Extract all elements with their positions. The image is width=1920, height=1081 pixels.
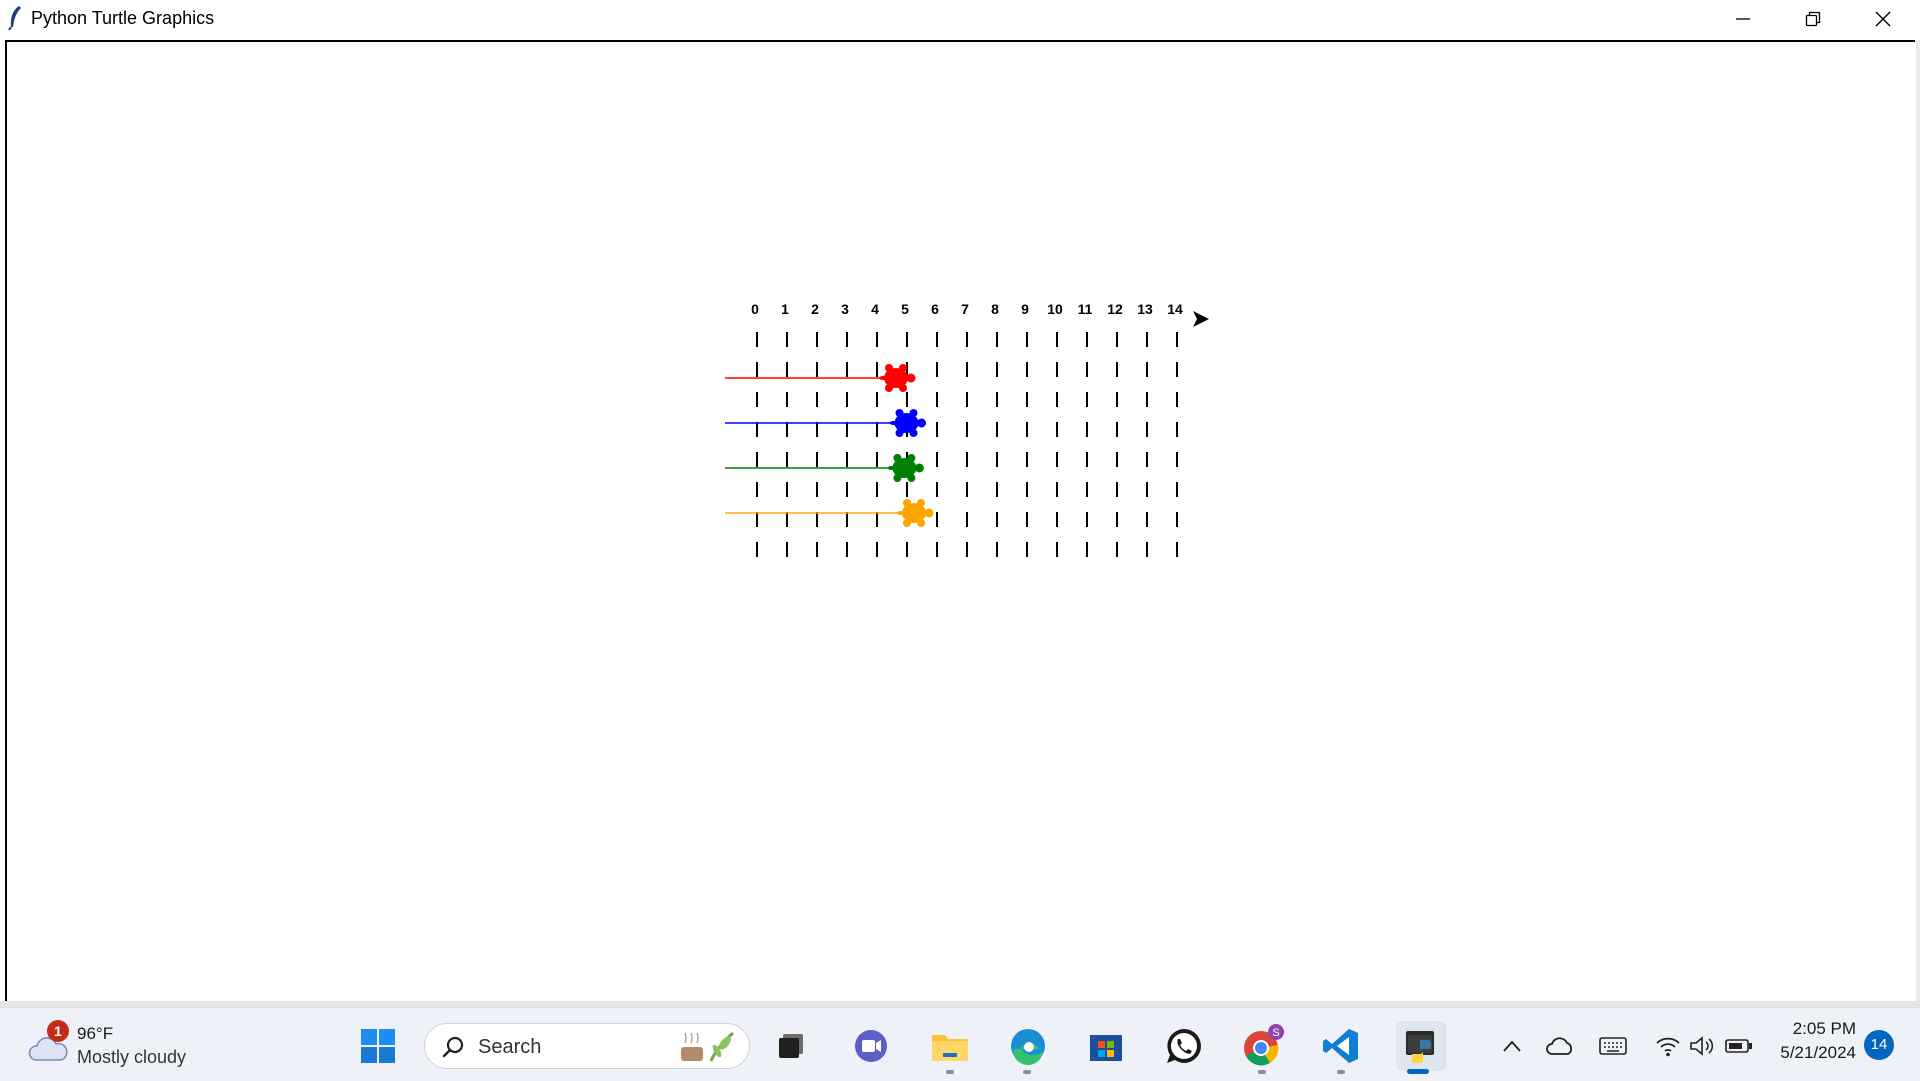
file-explorer-button[interactable] — [928, 1024, 972, 1068]
vscode-running-indicator — [1337, 1070, 1345, 1074]
track-label-1: 1 — [781, 301, 789, 317]
clock-time: 2:05 PM — [1792, 1019, 1856, 1038]
keyboard-icon — [1599, 1037, 1627, 1055]
store-icon — [1090, 1035, 1122, 1061]
track-label-4: 4 — [871, 301, 879, 317]
weather-description: Mostly cloudy — [77, 1047, 187, 1067]
weather-temperature: 96°F — [77, 1024, 114, 1043]
turtle-icon — [879, 364, 916, 392]
task-view-button[interactable] — [769, 1024, 813, 1068]
python-turtle-active-indicator — [1407, 1069, 1429, 1074]
python-turtle-button[interactable] — [1396, 1021, 1446, 1071]
windows-logo-icon — [361, 1029, 395, 1063]
volume-button[interactable] — [1687, 1030, 1719, 1062]
chrome-button[interactable]: S — [1241, 1024, 1285, 1068]
weather-widget[interactable]: 1 96°F Mostly cloudy — [24, 1018, 204, 1074]
battery-icon — [1725, 1039, 1752, 1053]
weather-badge: 1 — [47, 1020, 69, 1042]
track-label-9: 9 — [1021, 301, 1029, 317]
restore-icon — [1805, 11, 1821, 26]
clock[interactable]: 2:05 PM 5/21/2024 — [1760, 1019, 1856, 1063]
close-button[interactable] — [1848, 0, 1918, 37]
vscode-icon — [1323, 1029, 1358, 1063]
chrome-profile-badge: S — [1272, 1027, 1279, 1039]
wifi-icon — [1656, 1037, 1680, 1057]
clock-date: 5/21/2024 — [1780, 1043, 1856, 1062]
chevron-up-icon — [1503, 1040, 1521, 1052]
track-label-14: 14 — [1167, 301, 1183, 317]
finish-arrow-icon — [1193, 311, 1209, 327]
search-icon — [442, 1036, 464, 1058]
track-label-6: 6 — [931, 301, 939, 317]
show-hidden-icons-button[interactable] — [1496, 1030, 1528, 1062]
touch-keyboard-button[interactable] — [1597, 1030, 1629, 1062]
restore-button[interactable] — [1778, 0, 1848, 37]
speaker-icon — [1690, 1036, 1714, 1056]
battery-button[interactable] — [1723, 1030, 1755, 1062]
search-input[interactable]: Search — [424, 1023, 750, 1069]
chrome-running-indicator — [1258, 1070, 1266, 1074]
track-label-5: 5 — [901, 301, 909, 317]
track-label-11: 11 — [1078, 301, 1093, 317]
start-button[interactable] — [356, 1024, 400, 1068]
track-label-10: 10 — [1047, 301, 1063, 317]
turtle-icon — [897, 499, 934, 527]
track-label-8: 8 — [991, 301, 999, 317]
task-view-icon — [779, 1034, 803, 1058]
chrome-icon: S — [1244, 1024, 1284, 1066]
teams-button[interactable] — [849, 1024, 893, 1068]
search-placeholder: Search — [478, 1036, 542, 1058]
vscode-button[interactable] — [1319, 1024, 1363, 1068]
folder-icon — [932, 1035, 968, 1061]
python-icon — [1406, 1031, 1434, 1063]
onedrive-cloud-icon — [1546, 1037, 1573, 1055]
turtle-icon — [887, 454, 924, 482]
track-label-13: 13 — [1137, 301, 1153, 317]
edge-icon — [1011, 1029, 1045, 1065]
file-explorer-running-indicator — [946, 1070, 954, 1074]
title-bar: Python Turtle Graphics — [0, 0, 1920, 37]
whatsapp-button[interactable] — [1162, 1024, 1206, 1068]
race-drawing: 0 1 2 3 4 5 6 7 8 9 10 11 12 13 14 — [725, 301, 1209, 557]
track-label-0: 0 — [751, 301, 759, 317]
track-label-12: 12 — [1107, 301, 1123, 317]
close-icon — [1875, 11, 1891, 26]
feather-icon — [8, 6, 21, 31]
tea-cup-icon — [681, 1031, 734, 1062]
notification-count-badge[interactable]: 14 — [1864, 1030, 1894, 1060]
minimize-button[interactable] — [1708, 0, 1778, 37]
track-label-2: 2 — [811, 301, 819, 317]
window-title: Python Turtle Graphics — [31, 8, 215, 28]
canvas-right-edge — [1916, 40, 1920, 1001]
track-label-3: 3 — [841, 301, 849, 317]
minimize-icon — [1736, 17, 1750, 20]
teams-video-icon — [855, 1030, 887, 1062]
onedrive-button[interactable] — [1544, 1030, 1576, 1062]
wifi-button[interactable] — [1652, 1030, 1684, 1062]
edge-button[interactable] — [1006, 1024, 1050, 1068]
store-button[interactable] — [1084, 1024, 1128, 1068]
whatsapp-icon — [1167, 1029, 1201, 1063]
track-label-7: 7 — [961, 301, 969, 317]
turtle-canvas[interactable]: 0 1 2 3 4 5 6 7 8 9 10 11 12 13 14 — [5, 40, 1915, 1001]
edge-running-indicator — [1023, 1070, 1031, 1074]
turtle-icon — [889, 409, 926, 437]
